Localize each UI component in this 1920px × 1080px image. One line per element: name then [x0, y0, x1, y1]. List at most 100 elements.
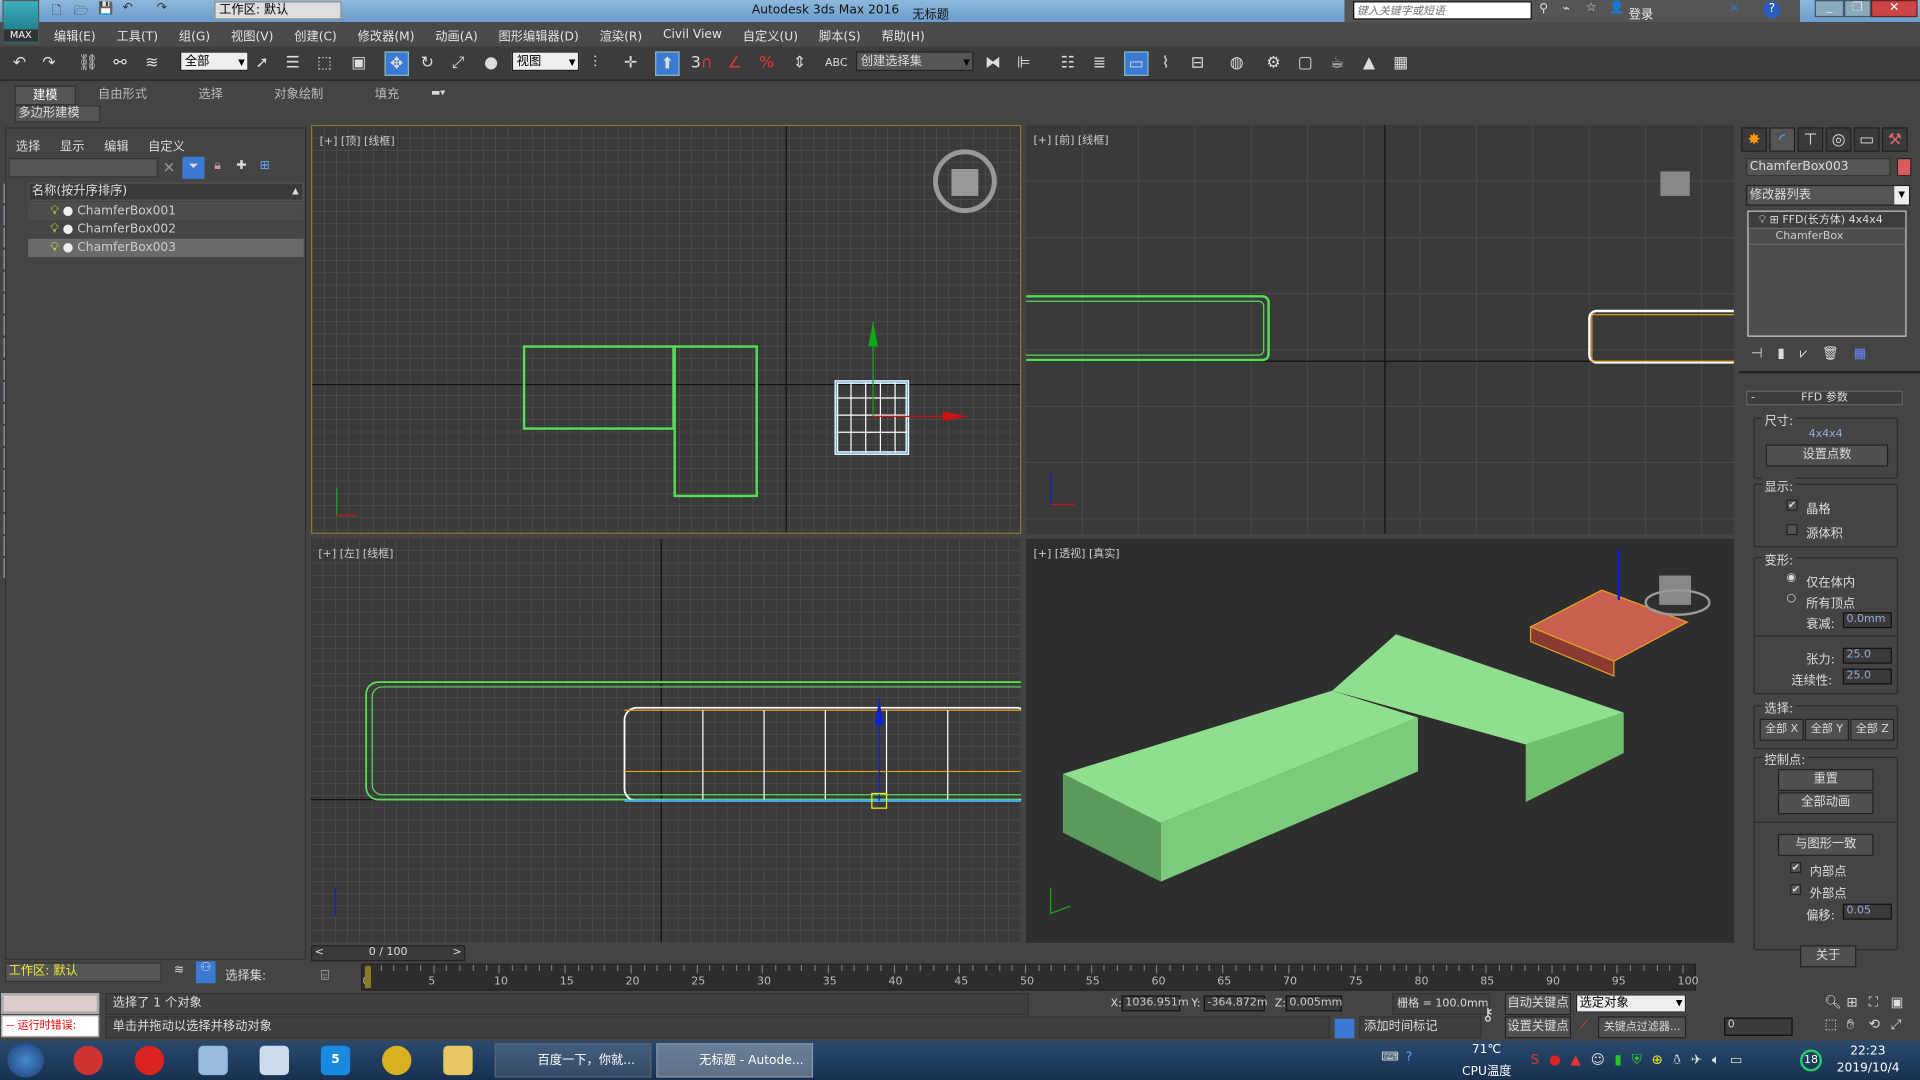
menu-item[interactable]: 自定义(U)	[743, 25, 798, 43]
explorer-search-input[interactable]	[8, 157, 158, 178]
zoom-region-icon[interactable]: ⬚	[1824, 1016, 1846, 1033]
restore-button[interactable]: ❐	[1844, 0, 1872, 18]
hierarchy-icon[interactable]: ⚇	[195, 961, 216, 984]
visibility-bulb-icon[interactable]: 💡︎	[50, 204, 59, 217]
show-end-result-icon[interactable]: ▮	[1777, 345, 1784, 362]
ffd-params-rollout-header[interactable]: - FFD 参数	[1746, 390, 1903, 406]
menu-item[interactable]: 组(G)	[179, 25, 210, 43]
explorer-menu-item[interactable]: 显示	[60, 136, 84, 154]
taskbar-app-icon[interactable]	[73, 1045, 103, 1076]
open-file-icon[interactable]: 🗁	[73, 2, 88, 23]
lattice-checkbox[interactable]: ✔	[1786, 499, 1798, 511]
ultraedit-icon[interactable]	[382, 1045, 412, 1076]
explorer-menu-item[interactable]: 选择	[16, 136, 40, 154]
select-object-icon[interactable]: ➚	[250, 51, 274, 75]
maximize-viewport-icon[interactable]: ⤢	[1891, 1016, 1913, 1033]
app-menu-button[interactable]: MAX	[2, 0, 40, 45]
viewport-left[interactable]: [+] [左] [线框]	[311, 538, 1022, 943]
workspace-dropdown[interactable]: 工作区: 默认	[214, 1, 342, 20]
zoom-extents-icon[interactable]: ⛶	[1869, 994, 1891, 1011]
login-link[interactable]: 登录	[1629, 4, 1653, 22]
scene-object-row[interactable]: 💡︎ ● ChamferBox001	[28, 202, 304, 221]
calculator-icon[interactable]	[259, 1045, 289, 1076]
explorer-menu-item[interactable]: 自定义	[148, 136, 185, 154]
display-tab-icon[interactable]: ▭	[1853, 127, 1880, 152]
spinner-snap-icon[interactable]: ⇕	[787, 51, 811, 75]
ribbon-tab[interactable]: 自由形式	[98, 86, 147, 106]
utilities-tab-icon[interactable]: ⚒	[1882, 127, 1908, 152]
window-crossing-icon[interactable]: ▣	[347, 51, 371, 75]
auto-key-button[interactable]: 自动关键点	[1504, 993, 1572, 1016]
key-mode-dropdown[interactable]: 选定对象 ▼	[1575, 994, 1687, 1013]
pin-stack-icon[interactable]: ⊣	[1751, 345, 1763, 362]
modify-tab-icon[interactable]: ◜	[1769, 127, 1796, 152]
start-button[interactable]	[7, 1043, 45, 1078]
menu-item[interactable]: Civil View	[663, 28, 722, 41]
select-all-x-button[interactable]: 全部 X	[1759, 718, 1804, 741]
motion-tab-icon[interactable]: ◎	[1825, 127, 1852, 152]
keyboard-shortcut-override-icon[interactable]: ⬆	[655, 51, 680, 76]
column-header-name[interactable]: 名称(按升序排序) ▲	[28, 182, 304, 201]
select-scale-icon[interactable]: ⤢	[446, 51, 470, 75]
viewport-label[interactable]: [+] [透视] [真实]	[1033, 545, 1119, 561]
make-unique-icon[interactable]: ⩗	[1800, 345, 1808, 362]
hierarchy-tab-icon[interactable]: ⊤	[1797, 127, 1824, 152]
select-rotate-icon[interactable]: ↻	[415, 51, 439, 75]
key-tangent-icon[interactable]: ⟋	[1580, 1019, 1589, 1032]
keyboard-icon[interactable]: ⌨	[1381, 1051, 1399, 1064]
visibility-bulb-icon[interactable]: 💡︎	[50, 223, 59, 236]
x-coordinate-field[interactable]: 1036.951m	[1121, 995, 1189, 1012]
object-color-swatch[interactable]	[1896, 157, 1912, 177]
selection-filter-dropdown[interactable]: 全部	[180, 51, 249, 72]
set-points-button[interactable]: 设置点数	[1765, 444, 1889, 467]
exchange-icon[interactable]: ✕	[1729, 2, 1739, 15]
taskbar-task-3dsmax[interactable]: 无标题 - Autode...	[656, 1043, 814, 1078]
modifier-stack-item[interactable]: ChamferBox	[1748, 229, 1906, 245]
render-iterative-icon[interactable]: ▲	[1357, 51, 1381, 75]
select-all-z-button[interactable]: 全部 Z	[1850, 718, 1895, 741]
maxscript-error[interactable]: -- 运行时错误:	[1, 1015, 100, 1038]
menu-item[interactable]: 脚本(S)	[819, 25, 861, 43]
menu-item[interactable]: 动画(A)	[435, 25, 477, 43]
redo-icon[interactable]: ↷	[157, 1, 167, 14]
select-manipulate-icon[interactable]: ✛	[618, 51, 642, 75]
angle-snap-icon[interactable]: ∠	[722, 51, 746, 75]
outside-points-checkbox[interactable]: ✔	[1790, 884, 1802, 896]
select-move-icon[interactable]: ✥	[384, 51, 409, 76]
conform-to-shape-button[interactable]: 与图形一致	[1777, 833, 1874, 856]
reference-coordinate-dropdown[interactable]: 视图	[511, 51, 580, 72]
viewport-top[interactable]: [+] [顶] [线框]	[311, 124, 1022, 534]
menu-item[interactable]: 工具(T)	[116, 25, 158, 43]
taskbar-task-browser[interactable]: 百度一下，你就...	[494, 1043, 652, 1078]
viewport-perspective[interactable]: [+] [透视] [真实]	[1026, 538, 1734, 943]
visibility-bulb-icon[interactable]: 💡︎	[50, 241, 59, 254]
clock-time[interactable]: 22:23	[1850, 1044, 1885, 1057]
remove-modifier-icon[interactable]: 🗑︎	[1822, 345, 1839, 362]
filter-icon[interactable]: ⏷	[182, 156, 205, 179]
menu-item[interactable]: 图形编辑器(D)	[499, 25, 579, 43]
menu-item[interactable]: 渲染(R)	[600, 25, 643, 43]
bind-space-warp-icon[interactable]: ≋	[140, 51, 164, 75]
ribbon-tab[interactable]: 建模	[14, 85, 76, 106]
menu-item[interactable]: 帮助(H)	[881, 25, 924, 43]
orbit-icon[interactable]: ⟲	[1869, 1016, 1891, 1033]
modifier-stack-item[interactable]: 💡︎ ⊞ FFD(长方体) 4x4x4	[1748, 211, 1906, 229]
zoom-extents-all-icon[interactable]: ▣	[1891, 994, 1913, 1011]
scene-explorer-icon[interactable]: ☷	[1056, 51, 1080, 75]
render-production-icon[interactable]: ☕	[1325, 51, 1349, 75]
rendered-frame-window-icon[interactable]: ▢	[1293, 51, 1317, 75]
continuity-spinner[interactable]: 25.0	[1842, 668, 1892, 685]
viewport-label[interactable]: [+] [前] [线框]	[1033, 131, 1108, 147]
inside-points-checkbox[interactable]: ✔	[1790, 862, 1802, 874]
ribbon-tab[interactable]: 选择	[198, 86, 222, 106]
scene-object-row[interactable]: 💡︎ ● ChamferBox003	[28, 238, 304, 258]
zoom-icon[interactable]: 🔍︎	[1824, 994, 1846, 1011]
star-icon[interactable]: ☆	[1586, 1, 1597, 14]
time-tag-color[interactable]	[1334, 1018, 1355, 1039]
menu-item[interactable]: 创建(C)	[294, 25, 337, 43]
taskbar-app-icon[interactable]: 5	[320, 1045, 351, 1076]
rect-selection-icon[interactable]: ⬚	[312, 51, 336, 75]
link-icon[interactable]: ⛓	[76, 51, 100, 75]
configure-modifier-sets-icon[interactable]: ▦	[1854, 345, 1867, 362]
render-setup-icon[interactable]: ⚙	[1261, 51, 1285, 75]
